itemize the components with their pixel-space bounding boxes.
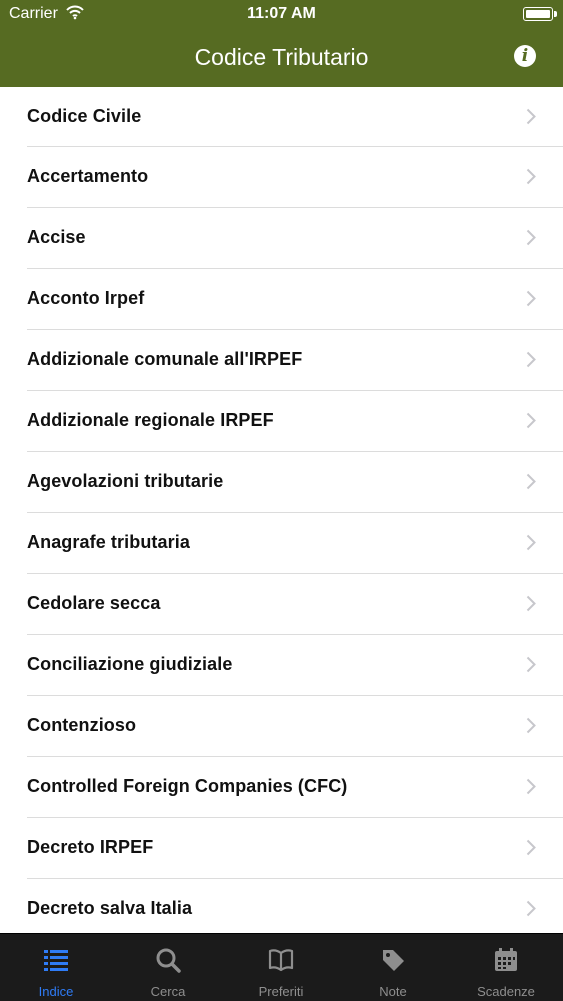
- list-item-label: Addizionale regionale IRPEF: [27, 410, 274, 430]
- tab-label: Note: [379, 984, 407, 999]
- list-item-label: Anagrafe tributaria: [27, 532, 190, 552]
- chevron-right-icon: [526, 108, 536, 125]
- list-item-label: Conciliazione giudiziale: [27, 654, 233, 674]
- list-item-label: Decreto IRPEF: [27, 837, 154, 857]
- chevron-right-icon: [526, 839, 536, 856]
- list-item[interactable]: Accertamento: [27, 147, 563, 208]
- tab-label: Indice: [38, 984, 74, 999]
- list-item[interactable]: Contenzioso: [27, 696, 563, 757]
- list-item[interactable]: Agevolazioni tributarie: [27, 452, 563, 513]
- book-icon: [268, 947, 294, 973]
- list-item-label: Acconto Irpef: [27, 288, 145, 308]
- index-list: Codice Civile Accertamento Accise Acconto I…: [0, 87, 563, 933]
- chevron-right-icon: [526, 534, 536, 551]
- list-item[interactable]: Acconto Irpef: [27, 269, 563, 330]
- list-icon: [43, 947, 69, 973]
- chevron-right-icon: [526, 717, 536, 734]
- list-item[interactable]: Anagrafe tributaria: [27, 513, 563, 574]
- list-item-label: Contenzioso: [27, 715, 137, 735]
- tab-indice[interactable]: Indice: [0, 934, 112, 1001]
- chevron-right-icon: [526, 290, 536, 307]
- list-item-label: Decreto salva Italia: [27, 898, 193, 918]
- list-item[interactable]: Codice Civile: [27, 87, 563, 147]
- list-item-label: Accertamento: [27, 166, 149, 186]
- navigation-bar: Carrier 11:07 AM Codice Tributario i: [0, 0, 563, 87]
- list-item[interactable]: Accise: [27, 208, 563, 269]
- list-item-label: Cedolare secca: [27, 593, 161, 613]
- list-item-label: Addizionale comunale all'IRPEF: [27, 349, 303, 369]
- chevron-right-icon: [526, 473, 536, 490]
- tab-bar: Indice Cerca Preferiti Note Scadenze: [0, 933, 563, 1001]
- list-item[interactable]: Controlled Foreign Companies (CFC): [27, 757, 563, 818]
- tab-label: Preferiti: [258, 984, 304, 999]
- list-item-label: Codice Civile: [27, 106, 142, 126]
- tab-preferiti[interactable]: Preferiti: [225, 934, 337, 1001]
- chevron-right-icon: [526, 595, 536, 612]
- list-item[interactable]: Decreto salva Italia: [27, 879, 563, 933]
- chevron-right-icon: [526, 900, 536, 917]
- page-title: Codice Tributario: [194, 44, 369, 70]
- tab-label: Cerca: [150, 984, 186, 999]
- chevron-right-icon: [526, 168, 536, 185]
- list-item[interactable]: Addizionale regionale IRPEF: [27, 391, 563, 452]
- list-item[interactable]: Decreto IRPEF: [27, 818, 563, 879]
- tab-label: Scadenze: [477, 984, 535, 999]
- list-item-label: Controlled Foreign Companies (CFC): [27, 776, 348, 796]
- tab-note[interactable]: Note: [337, 934, 449, 1001]
- chevron-right-icon: [526, 351, 536, 368]
- calendar-icon: [493, 947, 519, 973]
- tag-icon: [380, 947, 406, 973]
- list-item[interactable]: Conciliazione giudiziale: [27, 635, 563, 696]
- tab-scadenze[interactable]: Scadenze: [450, 934, 562, 1001]
- status-bar: Carrier 11:07 AM: [0, 0, 563, 28]
- clock-label: 11:07 AM: [247, 5, 316, 22]
- list-item[interactable]: Addizionale comunale all'IRPEF: [27, 330, 563, 391]
- chevron-right-icon: [526, 778, 536, 795]
- search-icon: [155, 947, 181, 973]
- tab-cerca[interactable]: Cerca: [112, 934, 224, 1001]
- list-item-label: Accise: [27, 227, 86, 247]
- chevron-right-icon: [526, 412, 536, 429]
- chevron-right-icon: [526, 656, 536, 673]
- battery-icon: [523, 7, 557, 21]
- list-item[interactable]: Cedolare secca: [27, 574, 563, 635]
- list-item-label: Agevolazioni tributarie: [27, 471, 224, 491]
- info-button[interactable]: i: [514, 45, 536, 67]
- chevron-right-icon: [526, 229, 536, 246]
